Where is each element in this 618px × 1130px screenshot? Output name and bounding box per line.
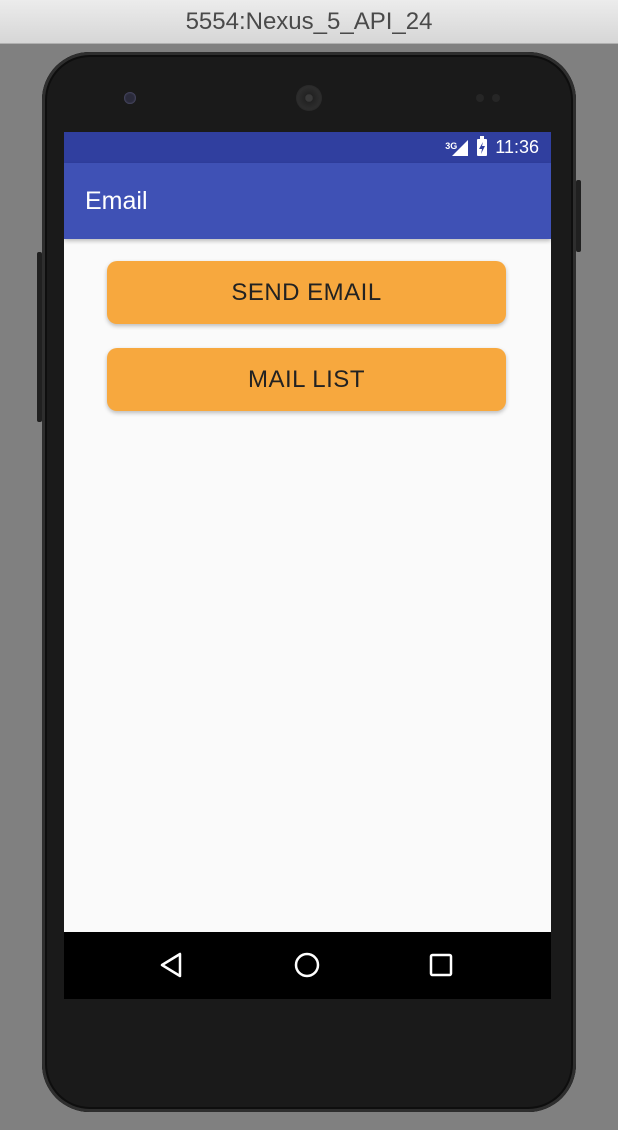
mail-list-button[interactable]: MAIL LIST (107, 348, 506, 411)
send-email-button[interactable]: SEND EMAIL (107, 261, 506, 324)
recents-icon[interactable] (424, 948, 458, 982)
app-bar: Email (64, 163, 551, 239)
status-clock: 11:36 (495, 137, 539, 157)
app-title: Email (85, 187, 148, 215)
device-screen: 3G 11:36 Email SEND EMAIL MAIL LIST (64, 132, 551, 999)
status-bar: 3G 11:36 (64, 132, 551, 163)
back-icon[interactable] (154, 948, 188, 982)
emulator-window-title: 5554:Nexus_5_API_24 (0, 0, 618, 44)
navigation-bar (64, 932, 551, 999)
speaker-icon (296, 85, 322, 111)
sensor-icon (476, 94, 484, 102)
home-icon[interactable] (290, 948, 324, 982)
volume-button[interactable] (37, 252, 42, 422)
sensor-icon (492, 94, 500, 102)
network-type-label: 3G (445, 140, 458, 151)
signal-icon: 3G (445, 139, 469, 157)
battery-icon (477, 136, 488, 156)
front-camera-icon (124, 92, 136, 104)
power-button[interactable] (576, 180, 581, 252)
